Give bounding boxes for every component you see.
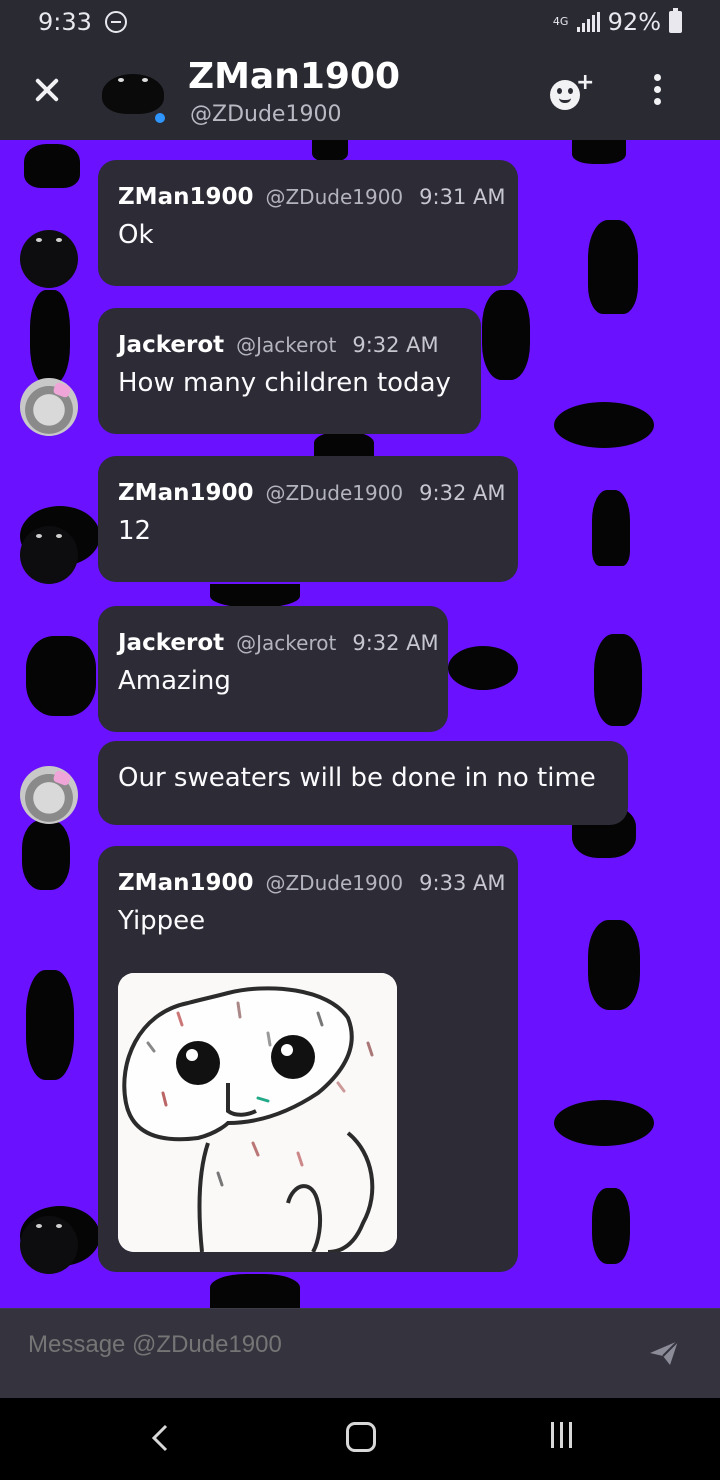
message-time: 9:33 AM [419,871,506,895]
message-text: Ok [118,220,154,250]
message-bubble[interactable]: ZMan1900 @ZDude1900 9:32 AM 12 [98,456,518,582]
user-avatar[interactable] [20,230,78,288]
cat-wallpaper-decoration [312,140,348,162]
back-button[interactable] [148,1420,172,1456]
back-icon [151,1424,168,1452]
message-bubble[interactable]: ZMan1900 @ZDude1900 9:31 AM Ok [98,160,518,286]
message-meta: Jackerot @Jackerot 9:32 AM [118,332,461,358]
system-nav-bar [0,1398,720,1480]
message-meta: Jackerot @Jackerot 9:32 AM [118,630,439,656]
message-time: 9:31 AM [419,185,506,209]
message-author[interactable]: Jackerot [118,630,224,656]
message-handle: @ZDude1900 [265,481,404,505]
avatar-blob [102,74,164,114]
message-meta: ZMan1900 @ZDude1900 9:33 AM [118,870,506,896]
message-meta: ZMan1900 @ZDude1900 9:32 AM [118,480,506,506]
message-author[interactable]: Jackerot [118,332,224,358]
cat-wallpaper-decoration [26,970,74,1080]
cat-wallpaper-decoration [572,140,626,164]
message-time: 9:32 AM [419,481,506,505]
plus-icon: + [576,70,595,95]
message-bubble[interactable]: Our sweaters will be done in no time [98,741,628,825]
user-avatar[interactable] [20,766,78,824]
header-title: ZMan1900 [188,56,401,97]
header-avatar[interactable] [102,62,164,118]
message-bubble[interactable]: ZMan1900 @ZDude1900 9:33 AM Yippee [98,846,518,1272]
home-button[interactable] [346,1422,376,1452]
message-handle: @ZDude1900 [265,871,404,895]
user-avatar[interactable] [20,1216,78,1274]
do-not-disturb-icon [105,11,127,33]
close-button[interactable] [30,72,66,108]
avatar-eye [142,78,148,82]
avatar-eye [118,78,124,82]
header-subtitle: @ZDude1900 [190,102,342,127]
message-bubble[interactable]: Jackerot @Jackerot 9:32 AM How many chil… [98,308,481,434]
signal-icon [576,12,600,32]
message-author[interactable]: ZMan1900 [118,184,253,210]
message-input[interactable] [28,1331,608,1359]
cat-wallpaper-decoration [482,290,530,380]
message-text: Our sweaters will be done in no time [118,763,596,793]
message-composer [0,1308,720,1398]
chat-header: ZMan1900 @ZDude1900 + [0,44,720,140]
cat-wallpaper-decoration [210,584,300,608]
gif-attachment[interactable] [118,973,397,1252]
cat-wallpaper-decoration [24,144,80,188]
cat-wallpaper-decoration [210,1274,300,1308]
message-text: Amazing [118,666,231,696]
gif-image [118,973,397,1252]
chat-area[interactable]: ZMan1900 @ZDude1900 9:31 AM Ok Jackerot … [0,140,720,1308]
battery-icon [669,8,682,33]
send-button[interactable] [648,1339,680,1367]
cat-wallpaper-decoration [554,402,654,448]
add-friend-button[interactable]: + [546,68,598,116]
status-bar: 9:33 4G 92% [0,0,720,44]
cat-wallpaper-decoration [592,1188,630,1264]
status-time: 9:33 [38,8,92,36]
user-avatar[interactable] [20,526,78,584]
message-handle: @Jackerot [236,333,337,357]
cat-wallpaper-decoration [30,290,70,384]
send-icon [650,1340,679,1365]
cat-wallpaper-decoration [588,220,638,314]
message-text: How many children today [118,368,451,398]
message-time: 9:32 AM [352,631,439,655]
user-avatar[interactable] [20,378,78,436]
cat-wallpaper-decoration [554,1100,654,1146]
message-text: 12 [118,516,152,546]
more-options-button[interactable] [650,74,664,110]
cat-wallpaper-decoration [594,634,642,726]
status-right: 4G 92% [553,8,682,36]
message-meta: ZMan1900 @ZDude1900 9:31 AM [118,184,506,210]
message-bubble[interactable]: Jackerot @Jackerot 9:32 AM Amazing [98,606,448,732]
recent-apps-button[interactable] [551,1422,577,1452]
message-time: 9:32 AM [352,333,439,357]
cat-wallpaper-decoration [588,920,640,1010]
message-text: Yippee [118,906,206,936]
cat-wallpaper-decoration [22,820,70,890]
message-author[interactable]: ZMan1900 [118,870,253,896]
cat-wallpaper-decoration [26,636,96,716]
message-handle: @ZDude1900 [265,185,404,209]
online-status-icon [152,110,168,126]
cat-wallpaper-decoration [592,490,630,566]
message-author[interactable]: ZMan1900 [118,480,253,506]
cat-wallpaper-decoration [448,646,518,690]
message-handle: @Jackerot [236,631,337,655]
battery-percent: 92% [607,8,661,36]
network-type-label: 4G [552,15,569,28]
